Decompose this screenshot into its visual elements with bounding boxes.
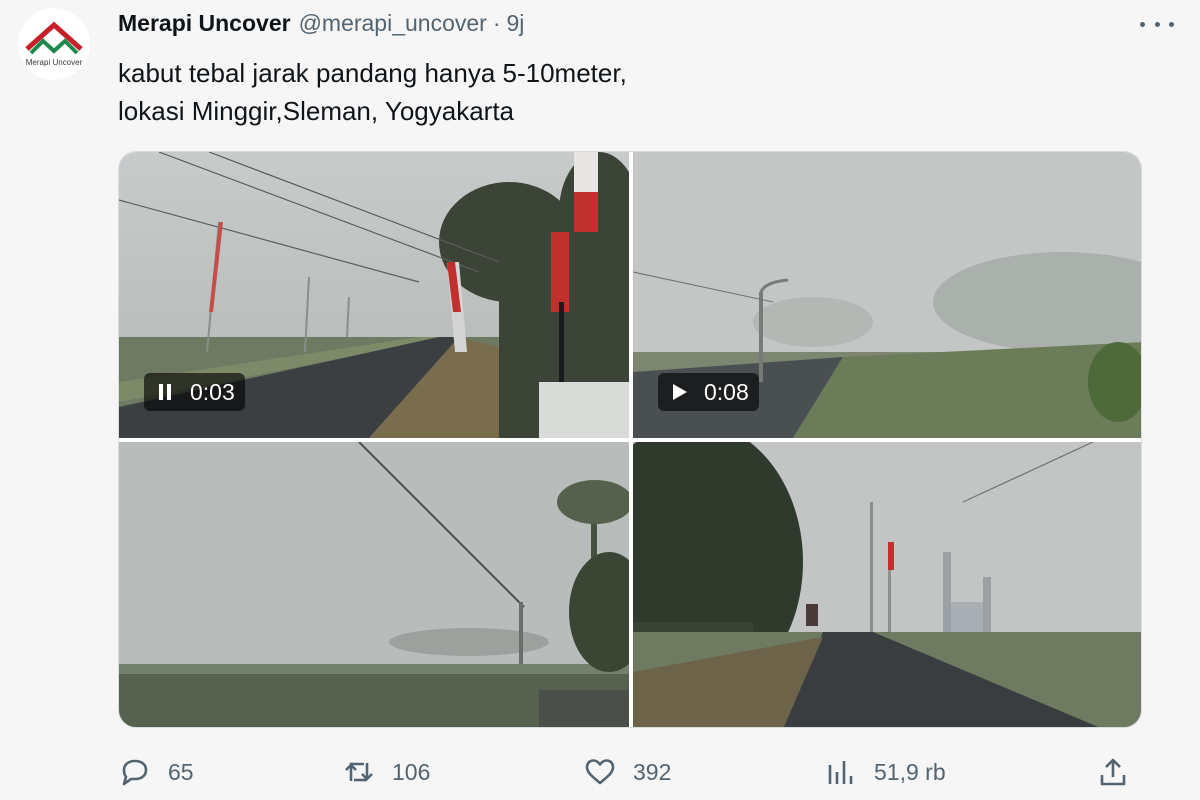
more-icon[interactable] [1140, 14, 1174, 34]
reply-button[interactable]: 65 [118, 755, 194, 789]
media-grid: 0:03 0:08 [118, 151, 1142, 728]
tweet-text-line: lokasi Minggir,Sleman, Yogyakarta [118, 96, 515, 126]
play-icon[interactable] [668, 381, 690, 403]
media-photo-1[interactable] [119, 442, 629, 727]
pause-icon[interactable] [154, 381, 176, 403]
share-icon [1100, 758, 1126, 786]
retweet-icon [345, 762, 373, 782]
separator: · [492, 10, 501, 36]
media-photo-2[interactable] [633, 442, 1141, 727]
retweet-count: 106 [392, 758, 431, 785]
tweet-text-line: kabut tebal jarak pandang hanya 5-10mete… [118, 58, 627, 88]
views-button[interactable]: 51,9 rb [824, 755, 946, 789]
video-duration: 0:03 [190, 378, 235, 405]
tweet-header: Merapi Uncover @merapi_uncover · 9j [118, 10, 524, 37]
display-name[interactable]: Merapi Uncover [118, 10, 291, 37]
like-icon [585, 759, 615, 785]
timestamp[interactable]: 9j [507, 10, 525, 37]
user-handle[interactable]: @merapi_uncover [299, 10, 487, 37]
mountain-logo-icon [25, 21, 83, 55]
foggy-road-gate-image [633, 442, 1141, 727]
reply-icon [122, 759, 148, 786]
video-duration-badge[interactable]: 0:03 [144, 373, 245, 411]
avatar[interactable]: Merapi Uncover [18, 8, 90, 80]
action-bar: 65 106 392 51,9 rb [118, 755, 1138, 795]
views-icon [828, 761, 853, 784]
video-duration-badge[interactable]: 0:08 [658, 373, 759, 411]
foggy-rice-field-image [119, 442, 629, 727]
media-video-2[interactable]: 0:08 [633, 152, 1141, 438]
view-count: 51,9 rb [874, 758, 946, 785]
avatar-label: Merapi Uncover [25, 58, 83, 67]
video-duration: 0:08 [704, 378, 749, 405]
tweet-text: kabut tebal jarak pandang hanya 5-10mete… [118, 54, 627, 130]
like-count: 392 [633, 758, 672, 785]
media-video-1[interactable]: 0:03 [119, 152, 629, 438]
retweet-button[interactable]: 106 [342, 755, 430, 789]
like-button[interactable]: 392 [583, 755, 671, 789]
reply-count: 65 [168, 758, 194, 785]
share-button[interactable] [1096, 755, 1130, 789]
